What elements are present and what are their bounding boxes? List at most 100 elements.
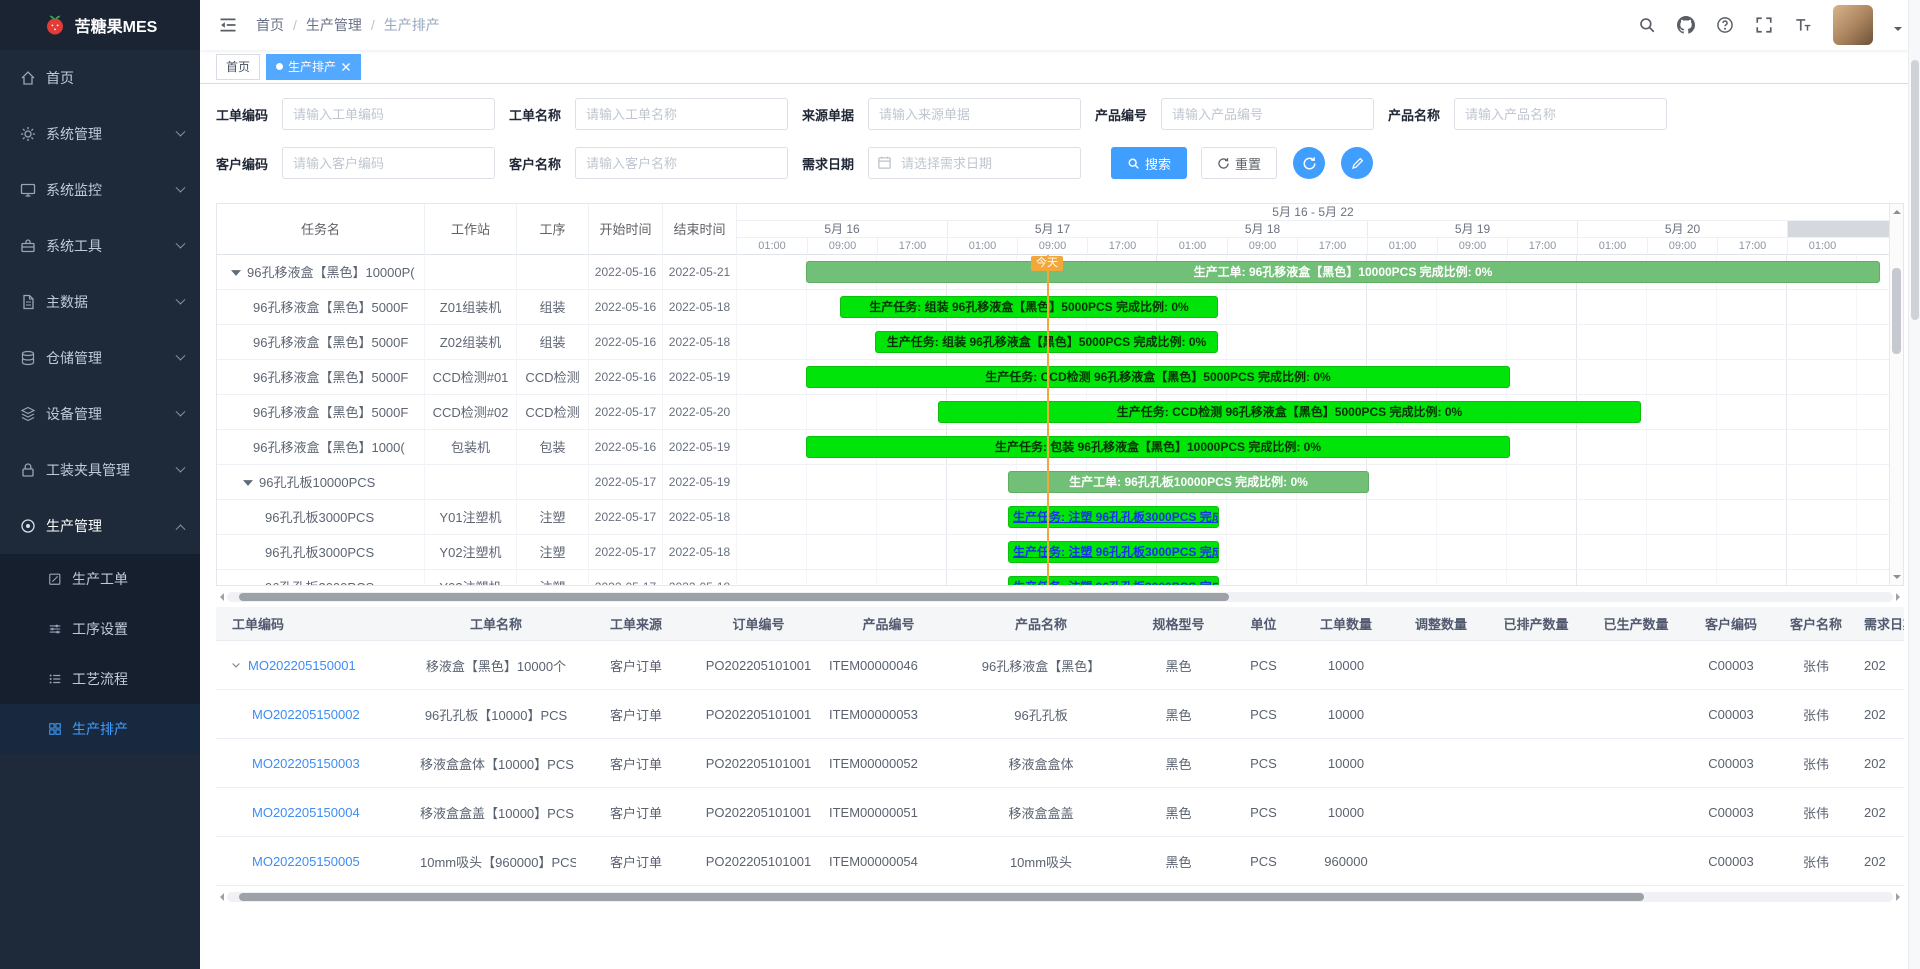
reset-button[interactable]: 重置 [1201,147,1277,179]
filter-row-1: 工单编码 工单名称 来源单据 产品编号 产品名称 [216,98,1904,130]
customer-name-input[interactable] [575,147,788,179]
tab-label: 首页 [226,58,250,75]
task-name: 96孔孔板3000PCS [265,570,374,585]
table-cell: 202 [1856,854,1904,869]
product-name-input[interactable] [1454,98,1667,130]
table-row[interactable]: MO202205150002 96孔孔板【10000】PCS 客户订单 PO20… [216,690,1904,739]
gantt-order-bar[interactable]: 生产工单: 96孔孔板10000PCS 完成比例: 0% [1008,471,1369,493]
refresh-circle-button[interactable] [1293,147,1325,179]
app-logo[interactable]: 苦糖果MES [0,0,200,50]
gantt-v-scrollbar[interactable] [1889,204,1903,585]
work-order-link[interactable]: MO202205150004 [252,805,360,820]
gantt-task-bar[interactable]: 生产任务: CCD检测 96孔移液盒【黑色】5000PCS 完成比例: 0% [806,366,1510,388]
table-h-scrollbar[interactable] [216,890,1904,903]
table-cell: 张伟 [1776,803,1856,822]
sidebar-item-fixture[interactable]: 工装夹具管理 [0,442,200,498]
list-icon [48,672,62,686]
customer-code-input[interactable] [282,147,495,179]
gantt-order-bar[interactable]: 生产工单: 96孔移液盒【黑色】10000PCS 完成比例: 0% [806,261,1880,283]
table-row[interactable]: MO202205150004 移液盒盒盖【10000】PCS 客户订单 PO20… [216,788,1904,837]
triangle-down-icon[interactable] [243,479,253,487]
search-button[interactable]: 搜索 [1111,147,1187,179]
triangle-down-icon[interactable] [231,269,241,277]
sidebar-item-work-order[interactable]: 生产工单 [0,554,200,604]
chevron-down-icon [176,462,186,472]
breadcrumb-item[interactable]: 生产管理 [306,15,362,35]
sidebar-item-home[interactable]: 首页 [0,50,200,106]
table-row[interactable]: MO202205150001 移液盒【黑色】10000个 客户订单 PO2022… [216,641,1904,690]
chevron-down-icon[interactable] [230,659,242,671]
gantt-task-bar[interactable]: 生产任务: 注塑 96孔孔板3000PCS 完成 [1008,576,1219,585]
work-order-link[interactable]: MO202205150003 [252,756,360,771]
table-cell: ITEM00000051 [821,805,956,820]
sidebar-item-production[interactable]: 生产管理 [0,498,200,554]
task-name: 96孔移液盒【黑色】1000( [253,430,405,465]
scrollbar-track[interactable] [1892,216,1901,573]
gantt-h-scrollbar[interactable] [216,590,1904,603]
github-icon[interactable] [1677,16,1695,34]
gantt-task-bar[interactable]: 生产任务: 注塑 96孔孔板3000PCS 完成 [1008,506,1219,528]
gear-icon [20,126,36,142]
sidebar-item-system-tools[interactable]: 系统工具 [0,218,200,274]
sidebar-item-label: 工艺流程 [72,669,128,689]
sidebar-item-equipment[interactable]: 设备管理 [0,386,200,442]
scroll-right-arrow-icon[interactable] [1896,893,1904,901]
page-v-scrollbar[interactable] [1908,0,1920,969]
help-icon[interactable] [1716,16,1734,34]
close-icon[interactable] [341,62,351,72]
menu-fold-icon[interactable] [218,15,238,35]
tab-home[interactable]: 首页 [216,54,260,80]
process: 注塑 [517,570,589,585]
scroll-left-arrow-icon[interactable] [216,593,224,601]
gantt-day-label: 5月 18 [1157,221,1367,237]
scrollbar-thumb[interactable] [1911,60,1919,320]
source-doc-input[interactable] [868,98,1081,130]
task-name: 96孔移液盒【黑色】5000F [253,325,408,360]
sidebar-item-system-monitor[interactable]: 系统监控 [0,162,200,218]
scroll-right-arrow-icon[interactable] [1896,593,1904,601]
scrollbar-thumb[interactable] [1892,268,1901,354]
work-order-link[interactable]: MO202205150001 [248,658,356,673]
work-order-code-input[interactable] [282,98,495,130]
sidebar-item-process-settings[interactable]: 工序设置 [0,604,200,654]
demand-date-input[interactable] [868,147,1081,179]
scroll-up-arrow-icon[interactable] [1893,206,1901,214]
table-row[interactable]: MO202205150005 10mm吸头【960000】PCS 客户订单 PO… [216,837,1904,886]
scrollbar-track[interactable] [227,892,1893,902]
gantt-task-bar[interactable]: 生产任务: CCD检测 96孔移液盒【黑色】5000PCS 完成比例: 0% [938,401,1641,423]
product-code-input[interactable] [1161,98,1374,130]
workstation: Z01组装机 [425,290,517,325]
process: 包装 [517,430,589,465]
gantt-task-bar[interactable]: 生产任务: 包装 96孔移液盒【黑色】10000PCS 完成比例: 0% [806,436,1510,458]
gantt-task-bar[interactable]: 生产任务: 组装 96孔移液盒【黑色】5000PCS 完成比例: 0% [840,296,1218,318]
edit-circle-button[interactable] [1341,147,1373,179]
table-cell: PCS [1231,805,1296,820]
font-size-icon[interactable] [1794,16,1812,34]
gantt-task-bar[interactable]: 生产任务: 注塑 96孔孔板3000PCS 完成 [1008,541,1219,563]
sidebar-item-scheduling[interactable]: 生产排产 [0,704,200,754]
tab-scheduling[interactable]: 生产排产 [266,54,361,80]
work-order-link[interactable]: MO202205150005 [252,854,360,869]
scrollbar-thumb[interactable] [239,593,1229,601]
work-order-name-input[interactable] [575,98,788,130]
sidebar-item-process-flow[interactable]: 工艺流程 [0,654,200,704]
sidebar-item-warehouse[interactable]: 仓储管理 [0,330,200,386]
table-cell: 黑色 [1126,656,1231,675]
table-cell: 客户订单 [576,656,696,675]
breadcrumb-item[interactable]: 首页 [256,15,284,35]
search-icon[interactable] [1638,16,1656,34]
scrollbar-thumb[interactable] [239,893,1644,901]
caret-down-icon[interactable] [1894,27,1902,35]
avatar[interactable] [1833,5,1873,45]
task-name: 96孔孔板3000PCS [265,500,374,535]
work-order-link[interactable]: MO202205150002 [252,707,360,722]
sidebar-item-system-management[interactable]: 系统管理 [0,106,200,162]
gantt-hour-label: 17:00 [1297,238,1367,254]
scroll-left-arrow-icon[interactable] [216,893,224,901]
scroll-down-arrow-icon[interactable] [1893,575,1901,583]
fullscreen-icon[interactable] [1755,16,1773,34]
table-row[interactable]: MO202205150003 移液盒盒体【10000】PCS 客户订单 PO20… [216,739,1904,788]
page-content: 工单编码 工单名称 来源单据 产品编号 产品名称 [200,84,1920,969]
scrollbar-track[interactable] [227,592,1893,602]
sidebar-item-master-data[interactable]: 主数据 [0,274,200,330]
